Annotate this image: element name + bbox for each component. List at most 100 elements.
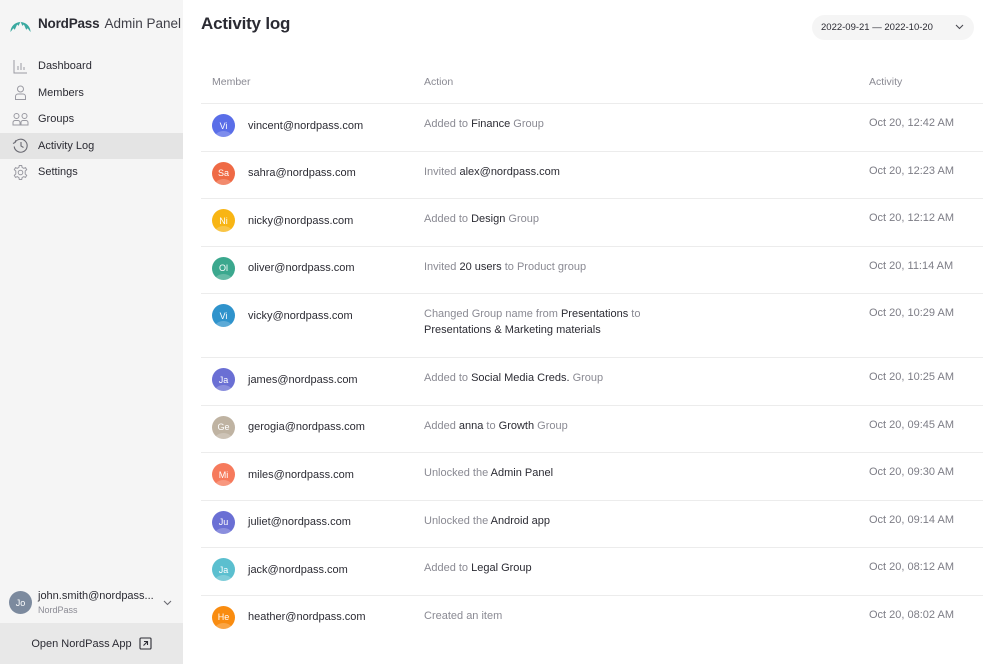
action-text: Invited xyxy=(424,165,460,178)
date-range-picker[interactable]: 2022-09-21 — 2022-10-20 xyxy=(812,15,974,40)
action-text: Added xyxy=(424,419,459,432)
sidebar-item-dashboard[interactable]: Dashboard xyxy=(0,53,183,80)
action-cell: Added to Social Media Creds. Group xyxy=(424,371,869,387)
avatar: Ge xyxy=(212,415,235,439)
action-text: to xyxy=(483,419,499,432)
open-app-label: Open NordPass App xyxy=(31,637,132,650)
action-text: to Product group xyxy=(501,260,587,273)
action-cell: Added to Finance Group xyxy=(424,117,869,133)
activity-time: Oct 20, 11:14 AM xyxy=(869,259,954,272)
avatar: Ja xyxy=(212,558,235,581)
table-row[interactable]: Ja jack@nordpass.com Added to Legal Group O… xyxy=(201,548,983,596)
action-highlight: anna xyxy=(458,419,484,432)
open-app-button[interactable]: Open NordPass App xyxy=(0,623,183,664)
table-row[interactable]: Vi vincent@nordpass.com Added to Finance G… xyxy=(201,104,983,152)
brand-name: NordPass xyxy=(38,15,100,31)
action-text: Added to xyxy=(424,372,472,384)
table-header: Member Action Activity xyxy=(201,60,983,104)
activity-time: Oct 20, 12:23 AM xyxy=(869,164,954,177)
main-content: Activity log 2022-09-21 — 2022-10-20 Mem… xyxy=(183,0,1000,664)
avatar: Sa xyxy=(212,161,235,185)
member-cell: Ja james@nordpass.com xyxy=(201,368,424,391)
table-row[interactable]: Vi vicky@nordpass.com Changed Group name f… xyxy=(201,294,983,358)
avatar-initials: Vi xyxy=(219,120,228,131)
avatar: Vi xyxy=(212,114,235,137)
column-header-activity[interactable]: Activity xyxy=(869,76,983,88)
avatar: Ni xyxy=(212,209,235,232)
action-highlight: Presentations xyxy=(560,308,629,320)
activity-time: Oct 20, 08:02 AM xyxy=(869,608,954,621)
member-email: oliver@nordpass.com xyxy=(248,262,355,274)
action-text: Added to xyxy=(424,562,472,574)
column-header-action[interactable]: Action xyxy=(424,76,869,88)
table-row[interactable]: Ju juliet@nordpass.com Unlocked the Androi… xyxy=(201,501,983,548)
action-cell: Created an item xyxy=(424,609,869,625)
sidebar-item-groups[interactable]: Groups xyxy=(0,106,183,133)
sidebar-item-activity-log[interactable]: Activity Log xyxy=(0,132,183,159)
action-cell: Added anna to Growth Group xyxy=(424,419,869,435)
chevron-down-icon[interactable] xyxy=(157,600,177,606)
sidebar-item-members[interactable]: Members xyxy=(0,80,183,107)
action-cell: Unlocked the Android app xyxy=(424,514,869,530)
table-row[interactable]: Ja james@nordpass.com Added to Social Medi… xyxy=(201,358,983,406)
table-row[interactable]: Ni nicky@nordpass.com Added to Design Grou… xyxy=(201,199,983,247)
action-cell: Changed Group name from Presentations to… xyxy=(424,307,869,338)
avatar-initials: He xyxy=(217,612,230,622)
action-highlight: alex@nordpass.com xyxy=(459,165,560,178)
activity-time: Oct 20, 09:30 AM xyxy=(869,466,954,478)
chevron-down-icon xyxy=(955,22,964,33)
activity-time: Oct 20, 10:29 AM xyxy=(869,307,954,319)
user-menu[interactable]: Jo john.smith@nordpass... NordPass xyxy=(0,582,183,623)
brand[interactable]: NordPass Admin Panel xyxy=(0,0,183,46)
member-cell: Ni nicky@nordpass.com xyxy=(201,209,424,232)
group-icon xyxy=(12,111,29,128)
sidebar: NordPass Admin Panel Dashboard Members G… xyxy=(0,0,183,664)
member-email: nicky@nordpass.com xyxy=(248,214,354,227)
date-range-value: 2022-09-21 — 2022-10-20 xyxy=(821,22,933,33)
action-text: Added to xyxy=(424,118,472,130)
sidebar-item-settings[interactable]: Settings xyxy=(0,159,183,186)
member-email: juliet@nordpass.com xyxy=(248,516,351,528)
bar-chart-icon xyxy=(12,58,29,75)
avatar-initials: Jo xyxy=(15,597,26,608)
app-root: NordPass Admin Panel Dashboard Members G… xyxy=(0,0,1000,664)
table-row[interactable]: Ol oliver@nordpass.com Invited 20 users to… xyxy=(201,247,983,294)
avatar-initials: Ja xyxy=(218,374,229,385)
action-cell: Added to Design Group xyxy=(424,212,869,228)
action-text: Unlocked the xyxy=(424,467,491,479)
action-text: Added to xyxy=(424,213,472,225)
sidebar-item-label: Settings xyxy=(38,166,78,179)
action-text: Group xyxy=(510,118,544,130)
sidebar-item-label: Dashboard xyxy=(38,60,92,73)
action-text: Group xyxy=(505,213,539,225)
action-highlight: Presentations & Marketing materials xyxy=(424,323,601,336)
column-header-member[interactable]: Member xyxy=(201,76,424,88)
action-text: Group xyxy=(569,372,604,384)
activity-time: Oct 20, 10:25 AM xyxy=(869,371,954,383)
avatar: Mi xyxy=(212,463,235,486)
member-email: vincent@nordpass.com xyxy=(248,119,364,132)
avatar-initials: Ja xyxy=(218,564,229,575)
action-highlight: Android app xyxy=(490,514,550,527)
member-cell: Ge gerogia@nordpass.com xyxy=(201,415,424,439)
action-cell: Invited 20 users to Product group xyxy=(424,260,869,276)
table-row[interactable]: Ge gerogia@nordpass.com Added anna to Grow… xyxy=(201,406,983,453)
avatar: Jo xyxy=(9,591,32,614)
avatar-initials: Vi xyxy=(219,310,228,321)
table-row[interactable]: Sa sahra@nordpass.com Invited alex@nordpas… xyxy=(201,152,983,199)
action-highlight: Legal Group xyxy=(471,562,532,574)
sidebar-nav: Dashboard Members Groups Activity Log Se… xyxy=(0,53,183,186)
page-title: Activity log xyxy=(201,14,291,33)
nordpass-logo-icon xyxy=(10,21,31,32)
sidebar-item-label: Activity Log xyxy=(38,139,95,152)
activity-time: Oct 20, 09:45 AM xyxy=(869,418,954,431)
avatar-initials: Ol xyxy=(219,263,228,273)
sidebar-item-label: Groups xyxy=(38,113,75,126)
action-highlight: Finance xyxy=(471,118,511,130)
table-row[interactable]: Mi miles@nordpass.com Unlocked the Admin P… xyxy=(201,453,983,501)
table-row[interactable]: He heather@nordpass.com Created an item Oct… xyxy=(201,596,983,644)
person-icon xyxy=(12,84,29,101)
member-cell: Vi vincent@nordpass.com xyxy=(201,114,424,137)
member-email: miles@nordpass.com xyxy=(248,468,354,481)
avatar: Ja xyxy=(212,368,235,391)
